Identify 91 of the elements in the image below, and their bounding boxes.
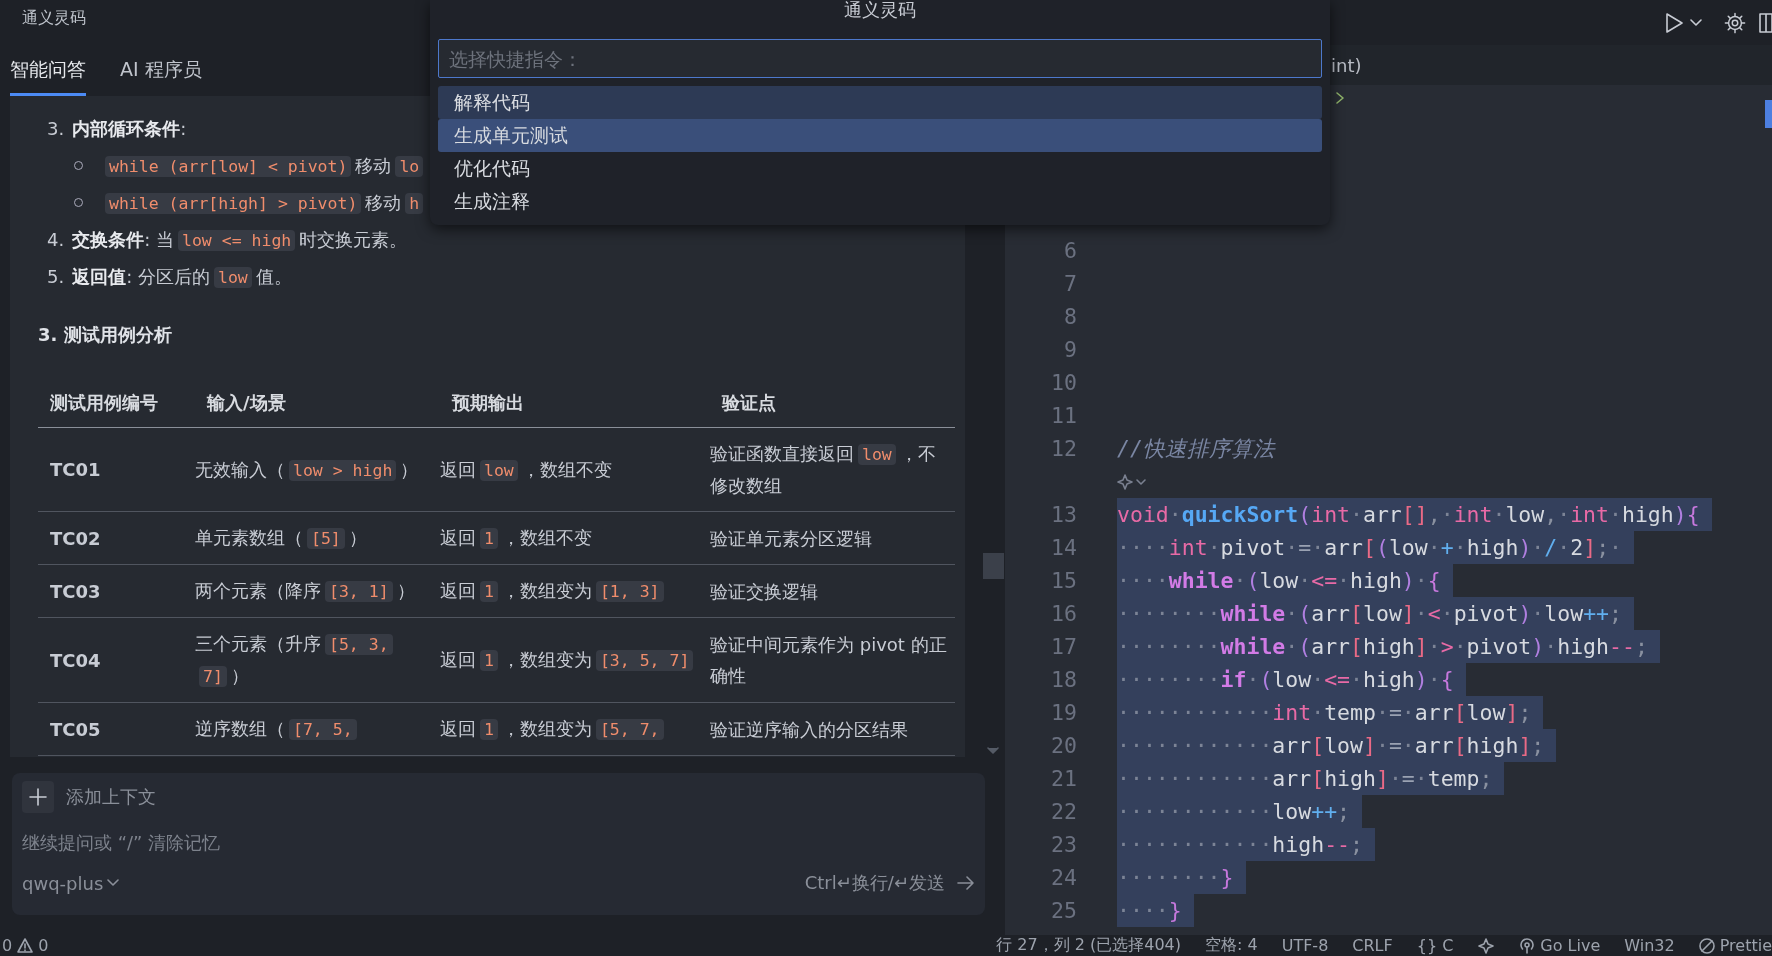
line-number: 15 [1050, 568, 1077, 593]
formatter[interactable]: Prettie [1719, 936, 1772, 955]
line-number: 7 [1063, 271, 1077, 296]
list-text: 交换条件: 当 low <= high 时交换元素。 [72, 227, 408, 253]
indentation[interactable]: 空格: 4 [1205, 935, 1258, 956]
line-number: 6 [1063, 238, 1077, 263]
table-cell-text: TC05 [50, 717, 101, 742]
list-number: 5. [47, 266, 65, 287]
line-ending[interactable]: CRLF [1352, 936, 1393, 955]
column-header: 预期输出 [440, 379, 710, 428]
section-heading: 3. 测试用例分析 [37, 323, 173, 347]
table-cell-text: 验证逆序输入的分区结果 [710, 717, 908, 742]
line-number: 18 [1050, 667, 1077, 692]
caret-down-icon [987, 747, 999, 755]
table-cell-text: 返回 low ，数组不变 [440, 457, 612, 483]
chevron-right-icon [1335, 90, 1345, 105]
panel-title: 通义灵码 [22, 7, 86, 29]
scrollbar-thumb[interactable] [983, 553, 1004, 579]
command-item[interactable]: 解释代码 [438, 86, 1322, 119]
plus-icon [28, 787, 48, 807]
line-number: 23 [1050, 832, 1077, 857]
line-number: 24 [1050, 865, 1077, 890]
play-icon [1664, 11, 1684, 34]
table-cell-text: 验证交换逻辑 [710, 579, 818, 604]
chevron-down-icon [107, 879, 120, 887]
table-cell-text: TC03 [50, 579, 101, 604]
platform[interactable]: Win32 [1624, 936, 1675, 955]
table-cell-text: 返回 1 ，数组不变 [440, 526, 592, 551]
settings-icon [1724, 11, 1746, 34]
table-cell-text: 验证单元素分区逻辑 [710, 526, 872, 551]
minimap-marker [1765, 100, 1772, 128]
prohibited-icon [1698, 937, 1715, 954]
table-cell-text: 两个元素（降序 [3, 1] ） [195, 579, 415, 604]
model-dropdown[interactable]: qwq-plus [22, 872, 120, 894]
column-header: 验证点 [710, 379, 955, 428]
sparkle-icon [1477, 937, 1496, 954]
line-number: 21 [1050, 766, 1077, 791]
editor-tab[interactable]: int) [1331, 54, 1362, 76]
add-context-button[interactable] [22, 781, 54, 813]
warning-count[interactable]: 0 [38, 936, 49, 955]
warning-icon [17, 938, 34, 953]
broadcast-icon [1519, 937, 1536, 954]
table-cell-text: TC04 [50, 648, 101, 673]
line-number: 20 [1050, 733, 1077, 758]
table-cell-text: 无效输入（ low > high ） [195, 457, 419, 483]
split-layout-icon [1758, 11, 1772, 34]
line-number: 8 [1063, 304, 1077, 329]
line-number: 11 [1050, 403, 1077, 428]
command-input[interactable]: 选择快捷指令： [438, 39, 1322, 78]
cursor-position[interactable]: 行 27，列 2 (已选择404) [996, 935, 1181, 956]
add-context-label: 添加上下文 [66, 785, 156, 809]
list-number: 4. [47, 229, 65, 250]
chevron-down-icon [1690, 18, 1702, 27]
shortcut-hint: Ctrl↵换行/↵发送 [804, 871, 945, 895]
table-cell: 返回 1 ，数组变为 [5, 7, [440, 713, 668, 745]
line-number: 19 [1050, 700, 1077, 725]
go-live-button[interactable]: Go Live [1540, 936, 1601, 955]
table-cell: 返回 1 ，数组变为 [1, 3] [440, 575, 668, 607]
column-header: 输入/场景 [195, 379, 440, 428]
line-number: 14 [1050, 535, 1077, 560]
table-cell-text: 验证中间元素作为 pivot 的正确性 [710, 633, 947, 688]
table-cell: 返回 1 ，数组变为 [3, 5, 7] [440, 644, 698, 676]
line-number: 16 [1050, 601, 1077, 626]
sparkle-icon [1117, 472, 1147, 491]
line-number: 9 [1063, 337, 1077, 362]
table-cell-text: 验证函数直接返回 low ，不修改数组 [710, 442, 937, 498]
table-cell-text: TC02 [50, 526, 101, 551]
line-number: 13 [1050, 502, 1077, 527]
line-number: 25 [1050, 898, 1077, 923]
send-arrow-icon [957, 876, 975, 890]
line-number: 17 [1050, 634, 1077, 659]
palette-title: 通义灵码 [843, 0, 917, 22]
command-item[interactable]: 优化代码 [438, 152, 1322, 185]
table-cell: 逆序数组（ [7, 5, [195, 713, 361, 745]
list-text: 返回值: 分区后的 low 值。 [72, 264, 292, 290]
question-field[interactable]: 继续提问或 “/” 清除记忆 [22, 827, 975, 857]
line-number: 12 [1050, 436, 1077, 461]
code-line: //快速排序算法 [1117, 435, 1277, 463]
line-number: 10 [1050, 370, 1077, 395]
command-item[interactable]: 生成注释 [438, 185, 1322, 218]
error-count[interactable]: 0 [2, 936, 13, 955]
line-number: 22 [1050, 799, 1077, 824]
list-number: 3. [47, 118, 65, 139]
column-header: 测试用例编号 [38, 379, 195, 428]
tab[interactable]: AI 程序员 [120, 57, 202, 96]
command-item[interactable]: 生成单元测试 [438, 119, 1322, 152]
list-text: 内部循环条件: [72, 117, 187, 141]
encoding[interactable]: UTF-8 [1281, 936, 1329, 955]
table-cell-text: TC01 [50, 458, 101, 482]
table-cell-text: 单元素数组（ [5] ） [195, 526, 367, 551]
language-mode[interactable]: {} C [1416, 936, 1454, 955]
